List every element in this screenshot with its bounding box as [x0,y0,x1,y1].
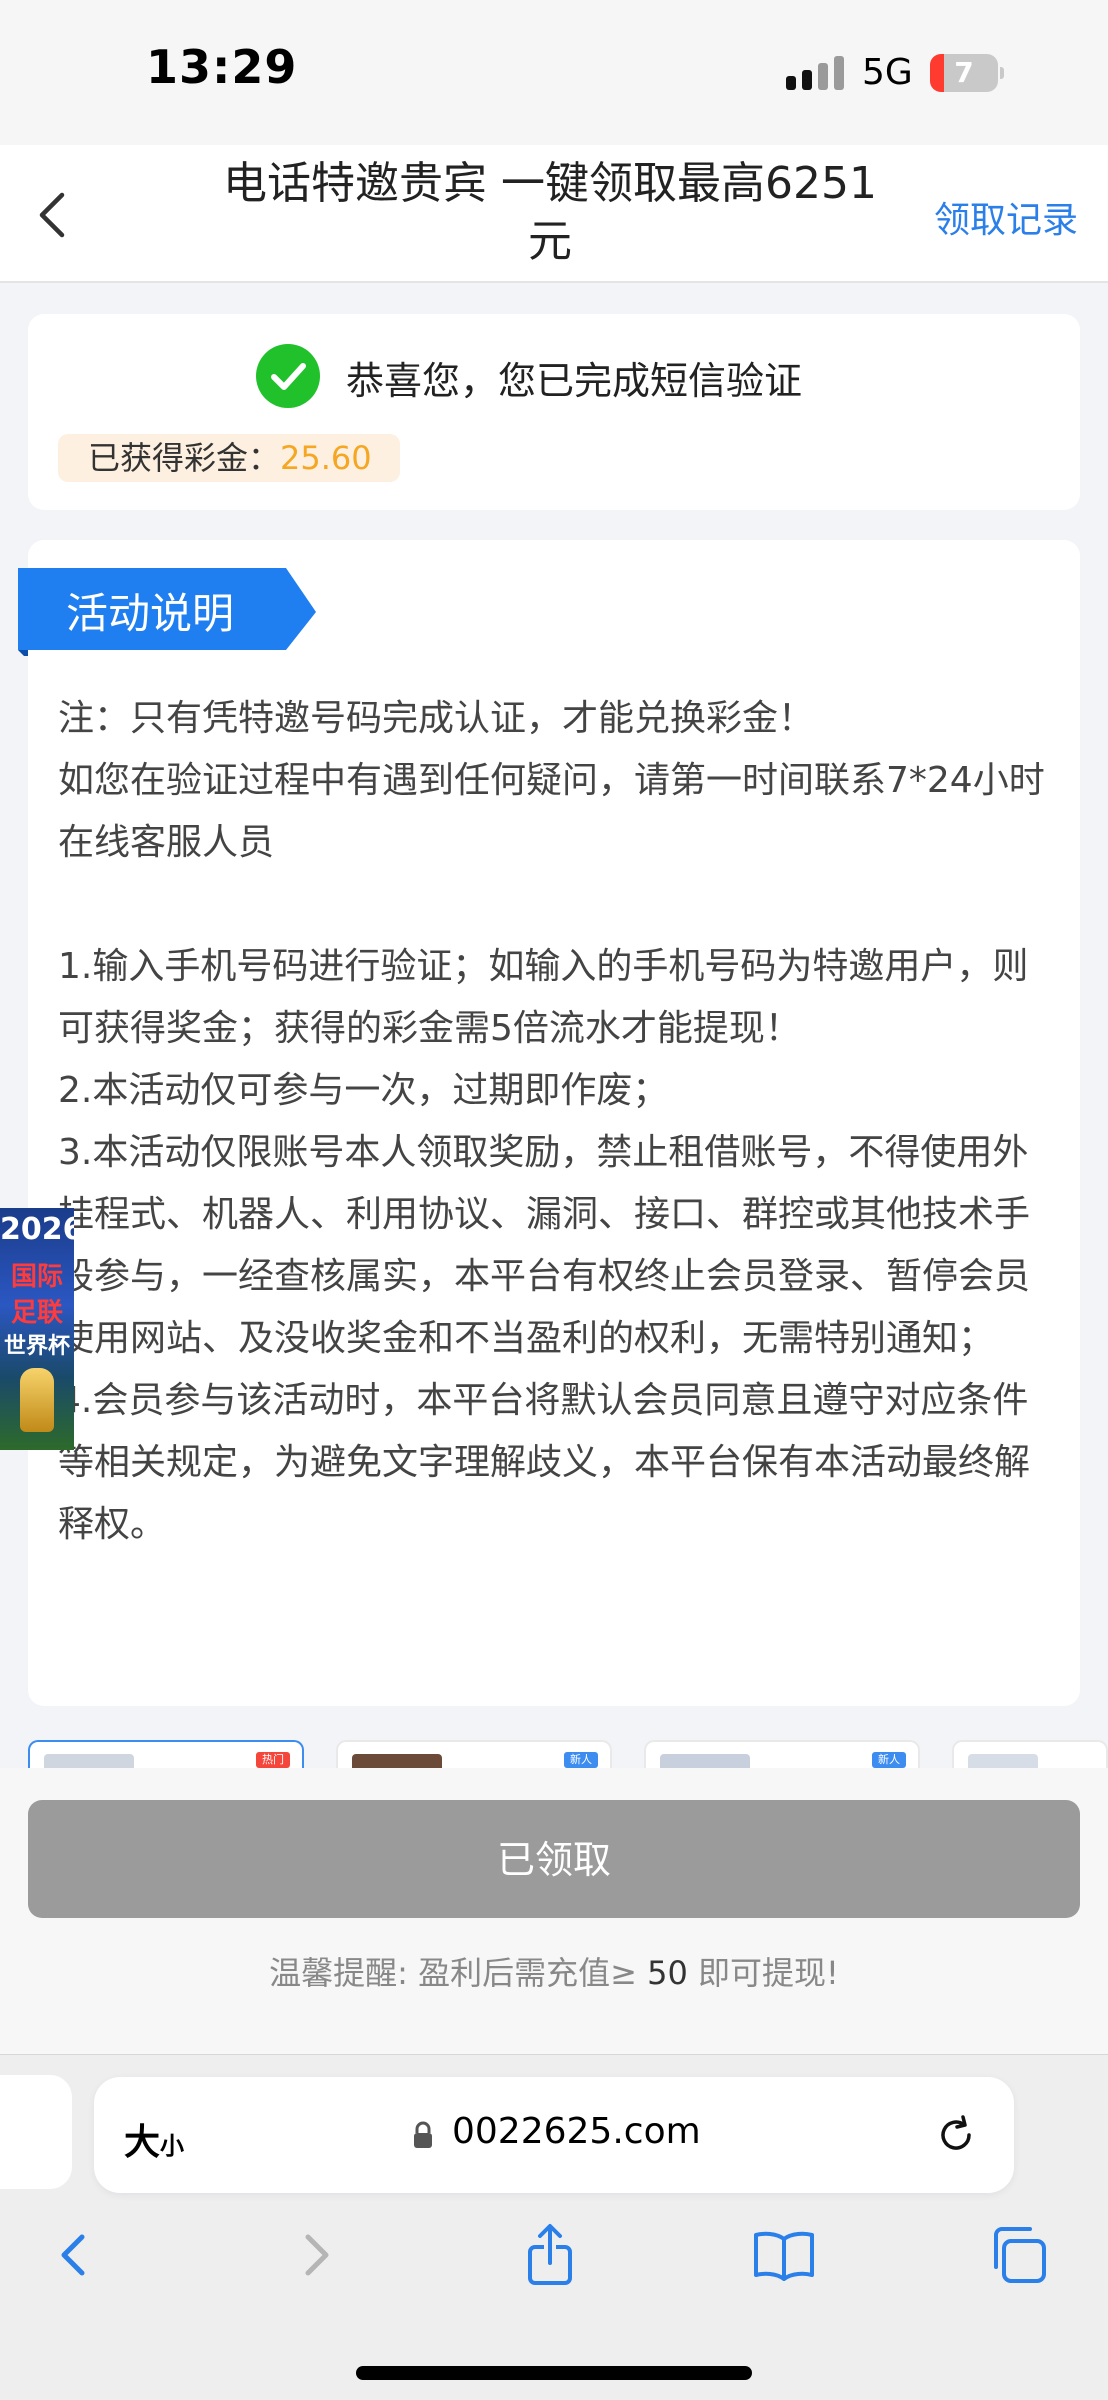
rules-spacer [58,874,1058,936]
back-icon[interactable] [40,2221,108,2289]
page-title: 电话特邀贵宾 一键领取最高6251元 [223,158,877,267]
banner-year: 2026 [0,1212,74,1247]
status-bar: 13:29 5G 7 [0,0,1108,145]
network-type: 5G [862,52,913,93]
tabs-icon[interactable] [984,2221,1052,2289]
page-header: 电话特邀贵宾 一键领取最高6251元 领取记录 [0,145,1108,283]
reward-label: 已获得彩金： [88,439,281,477]
thumbnail-badge: 新人 [564,1752,598,1768]
browser-toolbar: 大小 0022625.com [0,2054,1108,2400]
share-icon[interactable] [516,2221,584,2289]
battery-icon: 7 [930,54,1004,92]
text-size-small: 小 [160,2132,185,2160]
verify-success-card: 恭喜您，您已完成短信验证 已获得彩金：25.60 [28,314,1080,510]
reminder-amount: 50 [647,1954,688,1992]
battery-level: 7 [954,56,974,89]
rules-paragraph: 注：只有凭特邀号码完成认证，才能兑换彩金！ [58,698,815,739]
url-text: 0022625.com [452,2111,701,2152]
reminder-suffix: 即可提现! [687,1954,839,1992]
lock-icon [414,2121,432,2148]
home-indicator[interactable] [356,2366,752,2380]
reminder-text: 温馨提醒: 盈利后需充值≥ 50 即可提现! [0,1948,1108,1994]
text-size-button[interactable]: 大小 [124,2113,184,2165]
trophy-icon [20,1368,54,1432]
banner-line: 世界杯 [3,1334,70,1359]
section-tag: 活动说明 [18,568,318,656]
status-time: 13:29 [146,40,298,94]
banner-line: 国际 [10,1262,63,1292]
reward-badge: 已获得彩金：25.60 [58,434,400,482]
claim-records-link[interactable]: 领取记录 [934,191,1078,243]
check-circle-icon [256,344,320,408]
rules-paragraph: 如您在验证过程中有遇到任何疑问，请第一时间联系7*24小时在线客服人员 [58,760,1045,863]
text-size-big: 大 [124,2122,161,2163]
thumbnail-badge: 新人 [872,1752,906,1768]
reload-icon[interactable] [932,2111,980,2159]
rules-paragraph: 1.输入手机号码进行验证；如输入的手机号码为特邀用户，则可获得奖金；获得的彩金需… [58,946,1029,1049]
address-bar[interactable]: 大小 0022625.com [94,2077,1014,2193]
cellular-signal-icon [786,56,844,90]
rules-paragraph: 2.本活动仅可参与一次，过期即作废； [58,1070,669,1111]
chevron-left-icon [39,192,65,238]
bookmarks-icon[interactable] [750,2221,818,2289]
activity-rules-card: 活动说明 注：只有凭特邀号码完成认证，才能兑换彩金！ 如您在验证过程中有遇到任何… [18,540,1080,1706]
forward-icon[interactable] [282,2221,350,2289]
world-cup-float-banner[interactable]: 2026 国际 足联 世界杯 [0,1208,74,1450]
rules-paragraph: 3.本活动仅限账号本人领取奖励，禁止租借账号，不得使用外挂程式、机器人、利用协议… [58,1132,1031,1359]
rules-paragraph: 4.会员参与该活动时，本平台将默认会员同意且遵守对应条件等相关规定，为避免文字理… [58,1380,1031,1545]
banner-line: 足联 [10,1298,63,1328]
back-button[interactable] [28,185,78,245]
reward-amount: 25.60 [280,439,372,477]
section-tag-label: 活动说明 [66,589,235,638]
previous-tab-preview[interactable] [0,2075,72,2189]
claimed-button[interactable]: 已领取 [28,1800,1080,1918]
rules-body: 注：只有凭特邀号码完成认证，才能兑换彩金！ 如您在验证过程中有遇到任何疑问，请第… [58,688,1058,1556]
reminder-prefix: 温馨提醒: 盈利后需充值≥ [269,1954,648,1992]
claim-action-panel: 已领取 温馨提醒: 盈利后需充值≥ 50 即可提现! [0,1768,1108,2054]
success-message: 恭喜您，您已完成短信验证 [346,359,803,403]
thumbnail-badge: 热门 [256,1752,290,1768]
